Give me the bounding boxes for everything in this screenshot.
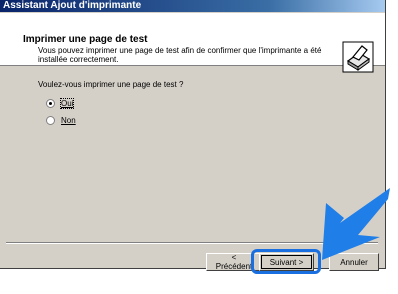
radio-label-non[interactable]: Non <box>61 116 76 125</box>
radio-button-oui[interactable] <box>46 98 55 108</box>
wizard-header: Imprimer une page de test Vous pouvez im… <box>0 13 385 73</box>
radio-label-oui[interactable]: Oui <box>59 97 75 109</box>
page-title: Imprimer une page de test <box>23 34 148 45</box>
title-bar: Assistant Ajout d'imprimante <box>0 0 385 12</box>
radio-option-oui[interactable]: Oui <box>46 97 75 109</box>
window-title: Assistant Ajout d'imprimante <box>3 0 142 11</box>
page-description: Vous pouvez imprimer une page de test af… <box>38 46 322 64</box>
printer-icon <box>342 41 374 73</box>
radio-button-non[interactable] <box>46 115 55 125</box>
question-text: Voulez-vous imprimer une page de test ? <box>38 80 184 89</box>
radio-option-non[interactable]: Non <box>46 114 76 126</box>
pointer-arrow-icon <box>322 188 390 260</box>
